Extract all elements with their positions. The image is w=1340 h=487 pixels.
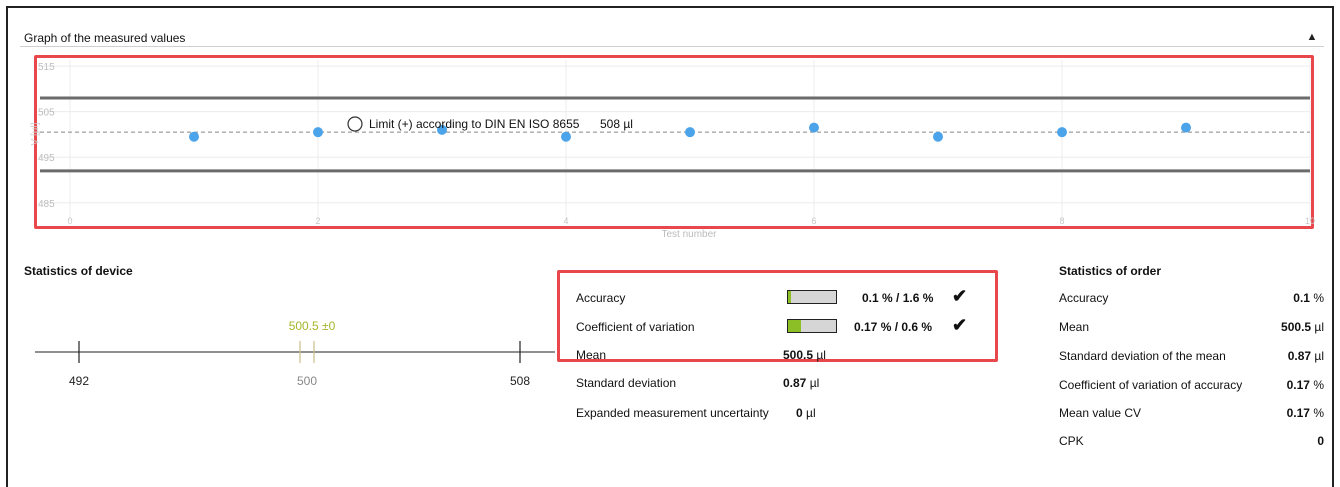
order-row-value: 0.87 µl [1288,349,1324,363]
emu-value: 0 [796,406,803,420]
device-scale-value: 500.5 ±0 [289,319,336,333]
tooltip-marker-icon [347,116,363,132]
emu-unit: µl [806,406,816,420]
sd-label: Standard deviation [576,376,677,390]
device-tick-508: 508 [510,374,530,388]
data-point[interactable] [809,122,819,133]
order-row-value: 0.1 % [1293,291,1324,305]
accuracy-label: Accuracy [576,291,626,305]
limit-tooltip: Limit (+) according to DIN EN ISO 8655 5… [347,116,633,132]
emu-label: Expanded measurement uncertainty [576,406,769,420]
x-tick-label: 10 [1305,216,1315,226]
order-value-unit: µl [1311,349,1324,363]
device-tick-500: 500 [297,374,317,388]
sd-value-row: 0.87 µl [783,376,819,390]
check-icon: ✔ [952,315,968,335]
order-value-number: 0.17 [1286,378,1310,392]
sd-value: 0.87 [783,376,807,390]
y-tick-label: 505 [38,108,55,119]
device-scale: 500.5 ±0 492 500 508 [35,319,555,388]
data-point[interactable] [1181,122,1191,133]
order-value-number: 0.1 [1293,291,1310,305]
order-row-value: 0.17 % [1287,406,1324,420]
order-row-value: 0 [1317,434,1324,448]
cv-bar-fill [788,320,802,332]
y-axis-label: V [µl] [30,122,41,145]
order-value-unit: % [1309,406,1324,420]
order-row-label: Coefficient of variation of accuracy [1059,378,1243,392]
order-row-value: 0.17 % [1287,378,1324,392]
cv-label: Coefficient of variation [576,320,695,334]
order-value-number: 0.17 [1286,406,1310,420]
order-value-unit: % [1309,378,1324,392]
mean-label: Mean [576,348,607,362]
order-row-value: 500.5 µl [1281,320,1324,334]
order-value-unit: µl [1311,320,1324,334]
mean-unit: µl [816,348,826,362]
order-row-label: Mean [1059,320,1090,334]
data-point[interactable] [933,131,943,142]
middle-highlight-box [557,270,998,362]
cv-value: 0.17 % / 0.6 % [854,320,933,334]
order-value-number: 0.87 [1287,349,1312,363]
device-stats-title: Statistics of device [24,264,133,278]
device-tick-492: 492 [69,374,89,388]
accuracy-bar [787,290,837,304]
mean-value-row: 500.5 µl [783,348,826,362]
x-tick-label: 4 [563,216,568,226]
x-tick-label: 2 [315,216,320,226]
order-stats-title: Statistics of order [1059,264,1162,278]
order-value-number: 0 [1317,434,1324,448]
order-value-unit: % [1309,291,1324,305]
data-point[interactable] [313,127,323,138]
data-point[interactable] [189,131,199,142]
accuracy-bar-fill [788,291,791,303]
order-value-number: 500.5 [1281,320,1312,334]
sd-unit: µl [809,376,820,390]
y-tick-label: 485 [38,199,55,210]
x-tick-label: 0 [67,216,72,226]
data-point[interactable] [1057,127,1067,138]
order-row-label: CPK [1059,434,1084,448]
x-tick-label: 8 [1059,216,1064,226]
data-point[interactable] [685,127,695,138]
order-row-label: Mean value CV [1059,406,1142,420]
emu-value-row: 0 µl [796,406,816,420]
tooltip-label: Limit (+) according to DIN EN ISO 8655 [369,117,580,131]
check-icon: ✔ [952,286,968,306]
order-row-label: Standard deviation of the mean [1059,349,1226,363]
y-tick-label: 495 [38,153,55,164]
x-axis-label: Test number [661,229,717,240]
data-point[interactable] [561,131,571,142]
x-tick-label: 6 [811,216,816,226]
y-tick-label: 515 [38,62,55,73]
accuracy-value: 0.1 % / 1.6 % [862,291,934,305]
cv-bar [787,319,837,333]
order-row-label: Accuracy [1059,291,1109,305]
mean-value: 500.5 [783,348,814,362]
measured-values-chart: 0 2 4 6 8 10 515 505 495 485 Test number V [µl] L… [30,60,1315,240]
tooltip-value: 508 µl [600,117,633,131]
